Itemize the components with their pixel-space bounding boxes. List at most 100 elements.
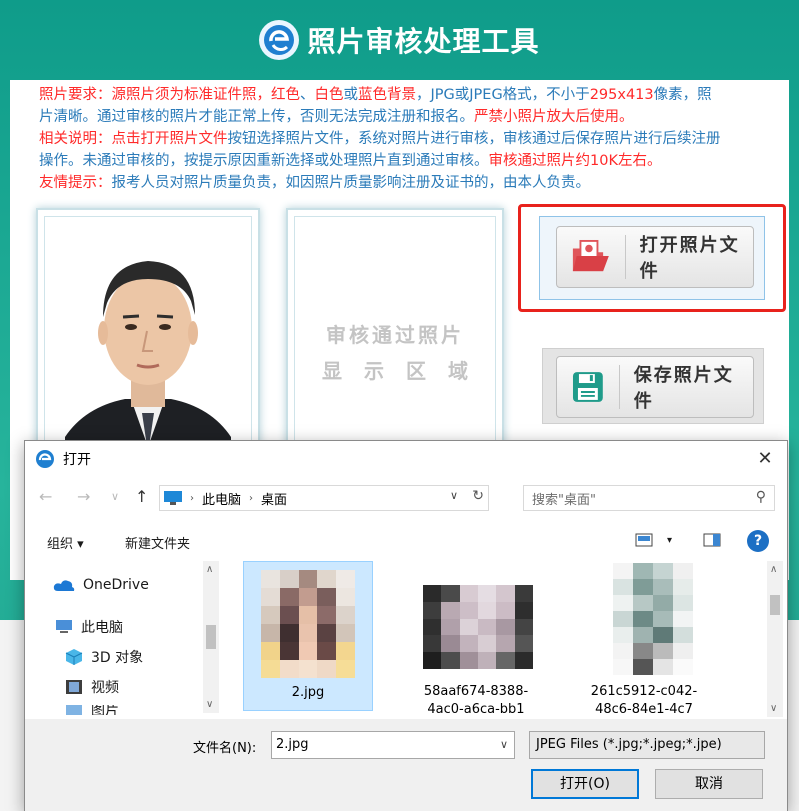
nav-item-videos[interactable]: 视频 bbox=[65, 677, 119, 697]
cancel-button[interactable]: 取消 bbox=[655, 769, 763, 799]
organize-menu[interactable]: 组织 ▾ bbox=[47, 533, 84, 552]
app-header: 照片审核处理工具 bbox=[0, 0, 799, 80]
filename-dropdown-icon[interactable]: ∨ bbox=[500, 732, 508, 758]
film-icon bbox=[66, 680, 82, 694]
nav-item-onedrive[interactable]: OneDrive bbox=[53, 577, 149, 593]
breadcrumb-this-pc[interactable]: 此电脑 bbox=[202, 489, 241, 508]
notice-blue-bg: 蓝色背景 bbox=[358, 87, 416, 103]
file-name-line2: 48c6-84e1-4c7 bbox=[595, 702, 693, 717]
file-name: 58aaf674-8388- 4ac0-a6ca-bb1 bbox=[411, 683, 541, 717]
notice-sep: 、 bbox=[300, 87, 315, 103]
breadcrumb-separator-icon: › bbox=[249, 492, 254, 504]
file-item[interactable]: 261c5912-c042- 48c6-84e1-4c7 bbox=[579, 561, 709, 717]
back-arrow-icon[interactable]: ← bbox=[39, 487, 52, 506]
notice-white-color: 白色 bbox=[314, 87, 344, 103]
save-photo-button[interactable]: 保存照片文件 bbox=[556, 356, 754, 418]
notice-line5-prefix: 友情提示： bbox=[39, 175, 112, 191]
help-icon[interactable]: ? bbox=[747, 530, 769, 552]
dialog-footer: 文件名(N): 2.jpg ∨ JPEG Files (*.jpg;*.jpeg… bbox=[25, 719, 787, 811]
file-name-line2: 4ac0-a6ca-bb1 bbox=[427, 702, 525, 717]
file-item[interactable]: 58aaf674-8388- 4ac0-a6ca-bb1 bbox=[411, 561, 541, 717]
open-file-dialog: 打开 ✕ ← → ∨ ↑ › 此电脑 › 桌面 ∨ ↻ 搜索"桌面" ⚲ 组织 … bbox=[24, 440, 788, 811]
notice-size: 295x413 bbox=[589, 87, 654, 103]
approved-photo-placeholder: 审核通过照片 显示区域 bbox=[295, 317, 495, 389]
up-arrow-icon[interactable]: ↑ bbox=[135, 487, 148, 506]
nav-scrollbar[interactable]: ∧ ∨ bbox=[203, 561, 219, 713]
dialog-title-bar: 打开 bbox=[25, 441, 787, 477]
save-disk-icon bbox=[572, 372, 603, 402]
nav-label: 此电脑 bbox=[81, 620, 123, 636]
notice-red-color: 红色 bbox=[271, 87, 300, 103]
view-dropdown-icon[interactable]: ▾ bbox=[667, 535, 672, 546]
filename-value: 2.jpg bbox=[276, 737, 309, 752]
button-separator bbox=[624, 235, 626, 279]
notice-line4-highlight: 审核通过照片约10K左右。 bbox=[488, 153, 662, 169]
preview-pane-icon[interactable] bbox=[703, 533, 721, 551]
placeholder-line1: 审核通过照片 bbox=[326, 323, 464, 347]
file-name: 2.jpg bbox=[291, 685, 325, 700]
notice-line1-tail: 像素，照 bbox=[653, 87, 712, 103]
filename-label: 文件名(N): bbox=[193, 741, 257, 756]
close-icon[interactable]: ✕ bbox=[753, 447, 777, 471]
nav-item-3d-objects[interactable]: 3D 对象 bbox=[65, 647, 143, 667]
dialog-title: 打开 bbox=[63, 452, 91, 468]
scroll-thumb[interactable] bbox=[770, 595, 780, 615]
nav-item-this-pc[interactable]: 此电脑 bbox=[55, 617, 123, 637]
scroll-down-icon[interactable]: ∨ bbox=[770, 703, 777, 714]
nav-item-pictures[interactable]: 图片 bbox=[65, 705, 119, 715]
notice-format: ，JPG或JPEG格式，不小于 bbox=[416, 87, 590, 103]
picture-icon bbox=[66, 705, 82, 715]
notice-line3-prefix: 相关说明：点击 bbox=[39, 131, 141, 147]
file-name-line1: 261c5912-c042- bbox=[590, 684, 698, 699]
filetype-value: JPEG Files (*.jpg;*.jpeg;*.jpe) bbox=[536, 737, 722, 752]
nav-label: 3D 对象 bbox=[91, 650, 144, 666]
notice-line2-warning: 严禁小照片放大后使用。 bbox=[474, 109, 634, 125]
computer-icon bbox=[56, 620, 72, 633]
save-button-label: 保存照片文件 bbox=[633, 365, 734, 412]
notice-or: 或 bbox=[343, 87, 359, 103]
open-button[interactable]: 打开(O) bbox=[531, 769, 639, 799]
notice-line3-rest: 按钮选择照片文件，系统对照片进行审核，审核通过后保存照片进行后续注册 bbox=[227, 131, 721, 147]
nav-label: 视频 bbox=[91, 680, 119, 696]
notice-line5-rest: 报考人员对照片质量负责，如因照片质量影响注册及证书的，由本人负责。 bbox=[111, 175, 591, 191]
open-button-label: 打开照片文件 bbox=[639, 235, 740, 282]
view-options-icon[interactable] bbox=[635, 533, 653, 551]
dialog-navbar: ← → ∨ ↑ › 此电脑 › 桌面 ∨ ↻ 搜索"桌面" ⚲ bbox=[25, 479, 787, 519]
desktop-icon bbox=[164, 491, 182, 505]
address-bar[interactable]: › 此电脑 › 桌面 ∨ ↻ bbox=[159, 485, 489, 511]
open-folder-icon bbox=[572, 239, 609, 272]
forward-arrow-icon[interactable]: → bbox=[77, 487, 90, 506]
search-input[interactable]: 搜索"桌面" ⚲ bbox=[523, 485, 775, 511]
button-separator bbox=[618, 365, 620, 409]
file-list-scrollbar[interactable]: ∧ ∨ bbox=[767, 561, 783, 717]
file-name-line1: 58aaf674-8388- bbox=[423, 684, 529, 699]
file-thumbnail bbox=[423, 585, 533, 669]
filename-input[interactable]: 2.jpg ∨ bbox=[271, 731, 515, 759]
navigation-pane: OneDrive 此电脑 3D 对象 视频 图片 ∧ ∨ bbox=[25, 561, 221, 717]
notice-line3-highlight: 打开照片文件 bbox=[140, 131, 228, 147]
notice-line2: 片清晰。通过审核的照片才能正常上传，否则无法完成注册和报名。 bbox=[39, 109, 474, 125]
breadcrumb-separator-icon: › bbox=[190, 492, 194, 504]
refresh-icon[interactable]: ↻ bbox=[472, 488, 484, 504]
notice-line4: 操作。未通过审核的，按提示原因重新选择或处理照片直到通过审核。 bbox=[39, 153, 489, 169]
breadcrumb-desktop[interactable]: 桌面 bbox=[261, 489, 287, 508]
file-list: 2.jpg 58aaf674-8388- 4ac0-a6ca-bb1 261c5… bbox=[243, 561, 783, 717]
address-dropdown-icon[interactable]: ∨ bbox=[450, 489, 458, 502]
app-logo-icon bbox=[259, 20, 300, 60]
nav-label: 图片 bbox=[91, 705, 119, 715]
recent-dropdown-icon[interactable]: ∨ bbox=[111, 490, 119, 503]
scroll-up-icon[interactable]: ∧ bbox=[206, 564, 213, 575]
file-item[interactable]: 2.jpg bbox=[243, 561, 373, 711]
search-icon: ⚲ bbox=[755, 489, 766, 505]
filetype-select[interactable]: JPEG Files (*.jpg;*.jpeg;*.jpe) bbox=[529, 731, 765, 759]
scroll-down-icon[interactable]: ∨ bbox=[206, 699, 213, 710]
search-placeholder: 搜索"桌面" bbox=[532, 492, 596, 508]
new-folder-button[interactable]: 新建文件夹 bbox=[125, 533, 190, 552]
open-photo-button[interactable]: 打开照片文件 bbox=[556, 226, 754, 288]
notice-text: 照片要求：源照片须为标准证件照，红色、白色或蓝色背景，JPG或JPEG格式，不小… bbox=[39, 84, 759, 194]
scroll-thumb[interactable] bbox=[206, 625, 216, 649]
cube-icon bbox=[65, 649, 83, 665]
file-thumbnail bbox=[261, 570, 355, 678]
dialog-app-icon bbox=[36, 450, 54, 468]
scroll-up-icon[interactable]: ∧ bbox=[770, 564, 777, 575]
